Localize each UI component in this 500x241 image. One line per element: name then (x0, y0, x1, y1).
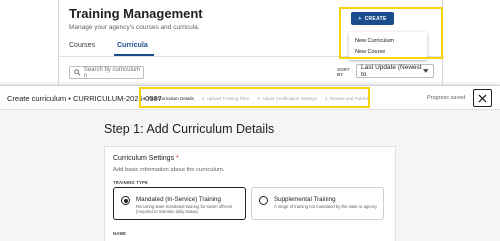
card-description: Add basic information about the curricul… (113, 167, 225, 173)
progress-status: Progress saved (427, 95, 466, 101)
option-supplemental-training[interactable]: Supplemental Training A range of trainin… (251, 187, 384, 220)
close-icon (478, 93, 487, 103)
curriculum-settings-card: Curriculum Settings * Add basic informat… (104, 146, 396, 241)
close-button[interactable] (473, 89, 492, 107)
highlight-create-menu (339, 7, 443, 59)
name-field-label: NAME (113, 231, 127, 236)
card-title: Curriculum Settings * (113, 155, 179, 162)
option-title: Mandated (In-Service) Training (136, 196, 221, 203)
option-description: Recurring state-mandated training for sw… (136, 204, 233, 214)
step-heading: Step 1: Add Curriculum Details (104, 122, 275, 136)
caret-down-icon (423, 69, 429, 73)
sort-select[interactable]: Last Update (Newest to (356, 64, 434, 78)
page-title: Training Management (69, 6, 203, 21)
modal-body: Step 1: Add Curriculum Details Curriculu… (0, 110, 500, 241)
option-title: Supplemental Training (274, 196, 336, 203)
option-mandated-training[interactable]: Mandated (In-Service) Training Recurring… (113, 187, 246, 220)
training-type-label: TRAINING TYPE (113, 180, 148, 185)
tab-curricula[interactable]: Curricula (117, 42, 148, 49)
radio-dot (123, 198, 128, 203)
sort-value: Last Update (Newest to (361, 64, 422, 78)
screenshot-stage: Training Management Manage your agency's… (0, 0, 500, 241)
curriculum-search-input[interactable]: Search by curriculum n (69, 66, 144, 79)
card-title-text: Curriculum Settings (113, 155, 175, 162)
tab-courses[interactable]: Courses (69, 42, 95, 49)
search-icon (74, 69, 81, 76)
sort-label: SORT BY (337, 67, 350, 77)
highlight-stepper (139, 87, 370, 108)
radio-selected[interactable] (121, 196, 130, 205)
create-curriculum-modal: Create curriculum • CURRICULUM-2025-0587… (0, 85, 500, 241)
option-description: A range of training not mandated by the … (274, 204, 378, 209)
page-subtitle: Manage your agency's courses and curricu… (69, 24, 200, 31)
search-placeholder: Search by curriculum n (83, 66, 141, 79)
required-mark: * (176, 155, 179, 162)
radio-unselected[interactable] (259, 196, 268, 205)
